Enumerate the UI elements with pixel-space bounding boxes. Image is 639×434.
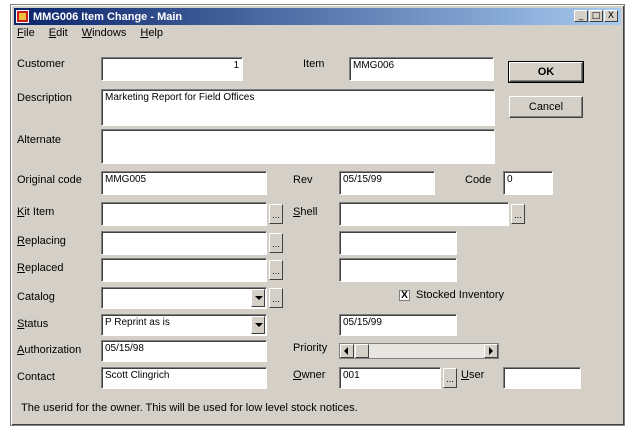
description-field[interactable]: Marketing Report for Field Offices (101, 89, 495, 126)
status-dropdown[interactable]: P Reprint as is (101, 314, 267, 336)
contact-label: Contact (17, 371, 55, 383)
status-date-field[interactable]: 05/15/99 (339, 314, 457, 336)
kit-item-field[interactable] (101, 202, 267, 226)
replacing-right-field[interactable] (339, 231, 457, 255)
description-label: Description (17, 92, 73, 104)
contact-field[interactable]: Scott Clingrich (101, 367, 267, 389)
user-label: User (461, 369, 485, 381)
owner-lookup-button[interactable]: ... (443, 368, 457, 388)
priority-right-arrow-icon[interactable] (484, 344, 498, 358)
alternate-field[interactable] (101, 129, 495, 164)
restore-button[interactable]: □ (589, 10, 603, 22)
cancel-button[interactable]: Cancel (509, 96, 583, 118)
menu-file[interactable]: File (15, 27, 37, 43)
close-button[interactable]: X (604, 10, 618, 22)
original-code-label: Original code (17, 174, 82, 186)
menu-help[interactable]: Help (138, 27, 165, 43)
customer-field[interactable]: 1 (101, 57, 243, 81)
owner-field[interactable]: 001 (339, 367, 441, 389)
priority-label: Priority (293, 342, 328, 354)
shell-field[interactable] (339, 202, 509, 226)
replaced-lookup-button[interactable]: ... (269, 260, 283, 280)
replaced-field[interactable] (101, 258, 267, 282)
catalog-label: Catalog (17, 291, 55, 303)
stocked-inventory-label: Stocked Inventory (416, 289, 505, 301)
status-dropdown-arrow-icon[interactable] (251, 316, 265, 334)
shell-label: Shell (293, 206, 318, 218)
app-icon (16, 10, 29, 23)
code-label: Code (465, 174, 492, 186)
priority-slider-thumb[interactable] (355, 344, 369, 358)
cancel-button-label: Cancel (528, 101, 564, 113)
priority-slider[interactable] (339, 343, 499, 359)
shell-lookup-button[interactable]: ... (511, 204, 525, 224)
replacing-label: Replacing (17, 235, 66, 247)
menu-bar: File Edit Windows Help (15, 27, 165, 43)
minimize-button[interactable]: _ (574, 10, 588, 22)
original-code-field[interactable]: MMG005 (101, 171, 267, 195)
status-message: The userid for the owner. This will be u… (21, 402, 358, 414)
menu-edit[interactable]: Edit (47, 27, 70, 43)
window-title: MMG006 Item Change - Main (33, 10, 183, 23)
item-label: Item (303, 58, 325, 70)
user-field[interactable] (503, 367, 581, 389)
authorization-label: Authorization (17, 344, 82, 356)
status-label: Status (17, 318, 49, 330)
catalog-lookup-button[interactable]: ... (269, 288, 283, 308)
item-field[interactable]: MMG006 (349, 57, 494, 81)
authorization-field[interactable]: 05/15/98 (101, 340, 267, 362)
replacing-field[interactable] (101, 231, 267, 255)
replaced-right-field[interactable] (339, 258, 457, 282)
priority-left-arrow-icon[interactable] (340, 344, 354, 358)
customer-label: Customer (17, 58, 65, 70)
kit-item-lookup-button[interactable]: ... (269, 204, 283, 224)
rev-label: Rev (293, 174, 313, 186)
rev-field[interactable]: 05/15/99 (339, 171, 435, 195)
ok-button[interactable]: OK (508, 61, 584, 83)
window-controls: _ □ X (574, 10, 618, 22)
stocked-inventory-checkbox[interactable]: X (399, 290, 410, 301)
menu-windows[interactable]: Windows (80, 27, 129, 43)
owner-label: Owner (293, 369, 326, 381)
main-window: MMG006 Item Change - Main _ □ X File Edi… (10, 4, 625, 426)
catalog-dropdown[interactable] (101, 287, 267, 309)
alternate-label: Alternate (17, 134, 62, 146)
catalog-dropdown-arrow-icon[interactable] (251, 289, 265, 307)
code-field[interactable]: 0 (503, 171, 553, 195)
kit-item-label: Kit Item (17, 206, 55, 218)
title-bar: MMG006 Item Change - Main _ □ X (14, 8, 621, 25)
replacing-lookup-button[interactable]: ... (269, 233, 283, 253)
replaced-label: Replaced (17, 262, 64, 274)
